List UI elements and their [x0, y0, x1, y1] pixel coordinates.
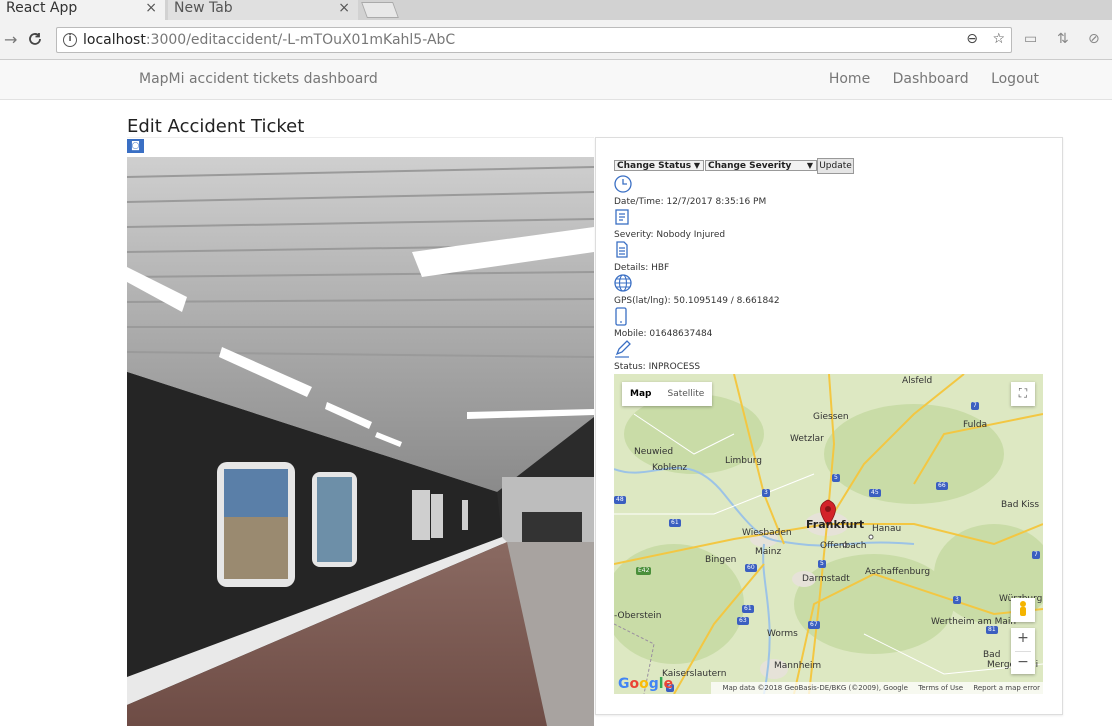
- map-label: Wertheim am Main: [931, 617, 1017, 627]
- map-label: Worms: [767, 629, 798, 639]
- highway-shield: 3: [953, 596, 961, 604]
- map-type-map-button[interactable]: Map: [622, 382, 659, 406]
- clipboard-icon: [615, 209, 629, 225]
- globe-icon: [614, 274, 632, 292]
- map-label: Alsfeld: [902, 376, 933, 386]
- severity-text: Severity: Nobody Injured: [614, 230, 726, 240]
- map-view[interactable]: Alsfeld Giessen Wetzlar Fulda Neuwied Ko…: [614, 374, 1043, 694]
- mobile-phone-icon: [615, 307, 627, 326]
- divider: [127, 137, 594, 138]
- map-label: Mainz: [755, 547, 782, 557]
- tab-new-tab[interactable]: New Tab ×: [168, 0, 358, 20]
- gps-text: GPS(lat/lng): 50.1095149 / 8.661842: [614, 296, 780, 306]
- map-label: Wiesbaden: [742, 528, 792, 538]
- info-icon[interactable]: i: [63, 33, 77, 47]
- browser-tab-bar: React App × New Tab ×: [0, 0, 1112, 20]
- map-label: Mannheim: [774, 661, 822, 671]
- highway-shield: 7: [1032, 551, 1040, 559]
- pencil-icon: [615, 340, 631, 358]
- map-label: Offenbach: [820, 541, 867, 551]
- reload-icon[interactable]: [28, 32, 42, 46]
- map-label: Giessen: [813, 412, 849, 422]
- tab-label: React App: [6, 0, 78, 16]
- status-select[interactable]: Change Status ▼: [614, 160, 704, 171]
- highway-shield: 7: [971, 402, 979, 410]
- app-navbar: MapMi accident tickets dashboard Home Da…: [0, 60, 1112, 100]
- highway-shield: 61: [669, 519, 681, 527]
- zoom-icon[interactable]: ⊖: [966, 31, 978, 47]
- ticket-panel: Change Status ▼ Change Severity ▼ Update D…: [595, 137, 1063, 715]
- pegman-icon[interactable]: [1011, 598, 1035, 622]
- details-text: Details: HBF: [614, 263, 670, 273]
- zoom-control: + −: [1011, 628, 1035, 674]
- map-label: Neuwied: [634, 447, 674, 457]
- map-label: Darmstadt: [802, 574, 850, 584]
- document-icon: [616, 241, 628, 258]
- map-label: -Oberstein: [614, 611, 662, 621]
- map-label: Koblenz: [652, 463, 688, 473]
- map-label: Fulda: [963, 420, 988, 430]
- map-label: Wetzlar: [790, 434, 824, 444]
- chevron-down-icon: ▼: [806, 161, 813, 170]
- map-label: Frankfurt: [806, 518, 865, 531]
- terms-link[interactable]: Terms of Use: [918, 684, 963, 692]
- map-type-control: Map Satellite: [622, 382, 713, 406]
- brand-link[interactable]: MapMi accident tickets dashboard: [139, 71, 378, 87]
- highway-shield: 48: [614, 496, 626, 504]
- highway-shield: 5: [832, 474, 840, 482]
- google-logo[interactable]: Google: [618, 676, 673, 692]
- zoom-in-button[interactable]: +: [1011, 628, 1035, 651]
- address-bar[interactable]: i localhost:3000/editaccident/-L-mTOuX01…: [56, 27, 1012, 53]
- report-map-error-link[interactable]: Report a map error: [973, 684, 1040, 692]
- clock-icon: [614, 175, 632, 193]
- highway-shield: 67: [808, 621, 820, 629]
- map-attribution: Map data ©2018 GeoBasis-DE/BKG (©2009), …: [711, 682, 1043, 694]
- url-text[interactable]: localhost:3000/editaccident/-L-mTOuX01mK…: [83, 32, 455, 48]
- tab-close-icon[interactable]: ×: [338, 0, 350, 16]
- extension-icon[interactable]: ⇅: [1057, 31, 1069, 47]
- map-data-text: Map data ©2018 GeoBasis-DE/BKG (©2009), …: [722, 684, 908, 692]
- map-label: Limburg: [725, 456, 762, 466]
- nav-home[interactable]: Home: [829, 71, 870, 87]
- extension-icon[interactable]: ⊘: [1088, 31, 1100, 47]
- datetime-text: Date/Time: 12/7/2017 8:35:16 PM: [614, 197, 767, 207]
- tab-react-app[interactable]: React App ×: [0, 0, 165, 20]
- accident-photo: [127, 157, 594, 726]
- nav-links: Home Dashboard Logout: [811, 71, 1039, 87]
- nav-dashboard[interactable]: Dashboard: [893, 71, 969, 87]
- map-label: Hanau: [872, 524, 902, 534]
- map-label: Bad: [983, 650, 1001, 660]
- highway-shield: 45: [869, 489, 881, 497]
- highway-shield: E42: [636, 567, 652, 575]
- nav-logout[interactable]: Logout: [991, 71, 1039, 87]
- mobile-text: Mobile: 01648637484: [614, 329, 713, 339]
- zoom-out-button[interactable]: −: [1011, 652, 1035, 675]
- map-type-satellite-button[interactable]: Satellite: [659, 382, 712, 406]
- highway-shield: 63: [737, 617, 749, 625]
- highway-shield: 3: [762, 489, 770, 497]
- highway-shield: 61: [742, 605, 754, 613]
- tab-label: New Tab: [174, 0, 233, 16]
- browser-toolbar: → i localhost:3000/editaccident/-L-mTOuX…: [0, 20, 1112, 60]
- new-tab-button[interactable]: [361, 2, 399, 18]
- fullscreen-icon[interactable]: ⛶: [1011, 382, 1035, 406]
- highway-shield: 60: [745, 564, 757, 572]
- page-title: Edit Accident Ticket: [127, 116, 305, 137]
- status-text: Status: INPROCESS: [614, 362, 701, 372]
- camera-icon[interactable]: ◙: [127, 139, 144, 153]
- chevron-down-icon: ▼: [693, 161, 700, 170]
- map-label: Bingen: [705, 555, 737, 565]
- extension-icon[interactable]: ▭: [1024, 31, 1037, 47]
- tab-close-icon[interactable]: ×: [145, 0, 157, 16]
- map-label: Aschaffenburg: [865, 567, 931, 577]
- map-label: Bad Kiss: [1001, 500, 1040, 510]
- star-icon[interactable]: ☆: [992, 31, 1005, 47]
- severity-select[interactable]: Change Severity ▼: [705, 160, 817, 171]
- update-button[interactable]: Update: [817, 158, 854, 174]
- highway-shield: 81: [986, 626, 998, 634]
- back-arrow-icon[interactable]: →: [4, 30, 17, 49]
- highway-shield: 66: [936, 482, 948, 490]
- highway-shield: 5: [818, 560, 826, 568]
